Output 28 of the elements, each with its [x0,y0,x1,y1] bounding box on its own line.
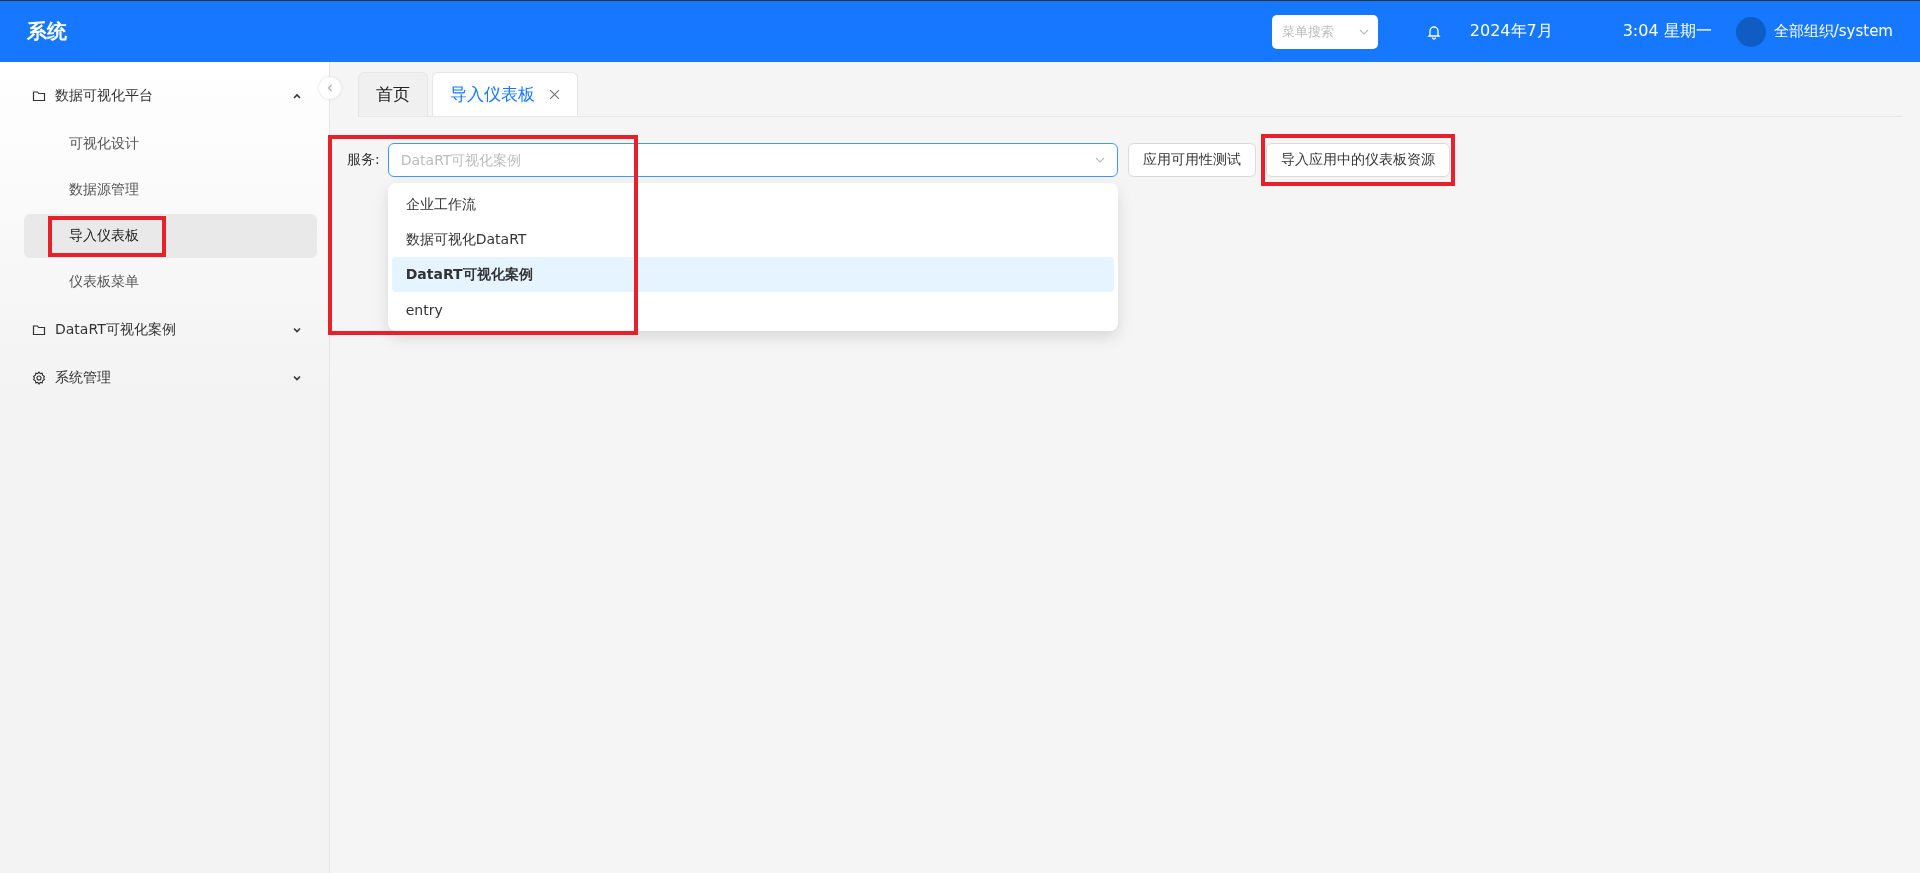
chevron-left-icon [325,83,335,93]
action-button[interactable]: 导入应用中的仪表板资源 [1265,143,1450,177]
menu-item[interactable]: 可视化设计 [24,122,317,166]
time-text: 3:04 星期一 [1622,21,1712,42]
date-text: 2024年7月 [1469,21,1553,42]
menu-item[interactable]: 导入仪表板 [24,214,317,258]
action-button[interactable]: 应用可用性测试 [1127,143,1256,177]
bell-icon[interactable] [1425,23,1442,40]
settings-icon [32,371,46,385]
service-label: 服务: [347,151,380,169]
menu-search-field[interactable]: 菜单搜索 [1271,14,1378,49]
tab[interactable]: 导入仪表板 [432,72,578,116]
folder-icon [32,323,46,337]
dropdown-option[interactable]: entry [391,292,1114,327]
menu-group[interactable]: 系统管理 [24,354,317,402]
dropdown-option[interactable]: 数据可视化DataRT [391,222,1114,257]
menu-group[interactable]: DataRT可视化案例 [24,306,317,354]
tab[interactable]: 首页 [358,72,428,116]
folder-icon [32,89,46,103]
dropdown-option[interactable]: 企业工作流 [391,187,1114,222]
menu-item[interactable]: 数据源管理 [24,168,317,212]
dropdown-option[interactable]: DataRT可视化案例 [391,257,1114,292]
app-title: 系统 [27,18,67,45]
menu-group[interactable]: 数据可视化平台 [24,72,317,120]
service-select[interactable]: DataRT可视化案例 [387,143,1118,177]
user-name[interactable]: 全部组织/system [1773,22,1893,41]
close-icon[interactable] [549,89,560,100]
menu-item[interactable]: 仪表板菜单 [24,260,317,304]
